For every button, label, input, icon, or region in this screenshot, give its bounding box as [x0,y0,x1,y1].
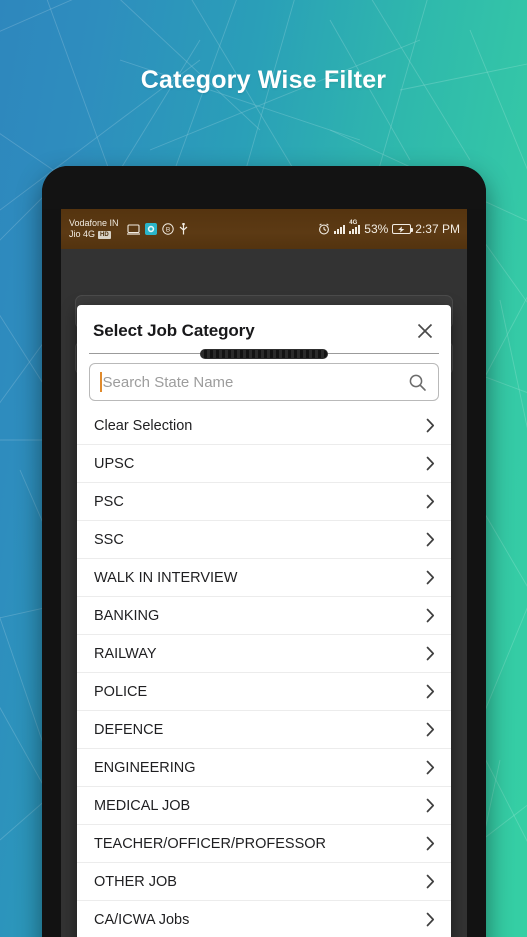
list-item-label: RAILWAY [94,645,157,662]
list-item-label: MEDICAL JOB [94,797,191,814]
list-item[interactable]: SSC [77,521,451,559]
signal-bars-icon [334,224,346,234]
chevron-right-icon [420,912,435,927]
alarm-icon [319,223,330,235]
carrier-line-1: Vodafone IN [69,218,119,228]
status-bar-right: 4G 53% 2:37 PM [318,220,460,236]
status-bar-icons: B [126,223,188,235]
speaker-grill-icon [200,349,328,359]
svg-text:B: B [165,227,169,234]
list-item-label: SSC [94,531,124,548]
chevron-right-icon [420,532,435,547]
list-item-label: BANKING [94,607,160,624]
carrier-info: Vodafone IN Jio 4G HD [69,218,119,240]
list-item-label: UPSC [94,455,135,472]
list-item[interactable]: DEFENCE [77,711,451,749]
list-item-label: DEFENCE [94,721,164,738]
close-icon [417,323,433,339]
search-icon[interactable] [408,373,427,392]
battery-charging-icon [392,224,414,234]
list-item[interactable]: UPSC [77,445,451,483]
chevron-right-icon [420,608,435,623]
signal-bars-4g-icon: 4G [349,220,361,234]
app-icon [144,223,157,235]
list-item-label: PSC [94,493,124,510]
list-item[interactable]: RAILWAY [77,635,451,673]
usb-icon [179,223,187,235]
cast-icon [126,223,140,235]
chevron-right-icon [420,570,435,585]
page-title: Category Wise Filter [140,66,387,94]
phone-top-bezel [42,166,486,209]
phone-screen: Vodafone IN Jio 4G HD B 4G 53% 2:37 PM S… [61,209,467,937]
list-item[interactable]: WALK IN INTERVIEW [77,559,451,597]
bluetooth-circle-icon: B [161,223,174,235]
chevron-right-icon [420,418,435,433]
chevron-right-icon [420,798,435,813]
list-item-label: CA/ICWA Jobs [94,911,190,928]
list-item[interactable]: MEDICAL JOB [77,787,451,825]
clock: 2:37 PM [415,222,460,236]
text-cursor [100,372,102,392]
list-item[interactable]: BANKING [77,597,451,635]
phone-mockup: Vodafone IN Jio 4G HD B 4G 53% 2:37 PM S… [42,166,486,937]
carrier-line-2: Jio 4G [69,229,96,239]
chevron-right-icon [420,760,435,775]
search-input[interactable] [102,373,408,391]
list-item[interactable]: CA/ICWA Jobs [77,901,451,937]
network-label: 4G [349,220,358,226]
sim-hd-badge: HD [98,230,111,239]
list-item-label: ENGINEERING [94,759,196,776]
list-item-label: WALK IN INTERVIEW [94,569,238,586]
search-box[interactable] [89,363,439,401]
list-item-label: TEACHER/OFFICER/PROFESSOR [94,835,327,852]
list-item[interactable]: Clear Selection [77,407,451,445]
dialog-title: Select Job Category [93,321,255,340]
list-item[interactable]: TEACHER/OFFICER/PROFESSOR [77,825,451,863]
list-item[interactable]: PSC [77,483,451,521]
close-button[interactable] [413,319,437,343]
chevron-right-icon [420,646,435,661]
chevron-right-icon [420,684,435,699]
select-job-category-dialog: Select Job Category Search State Name Cl… [77,305,451,937]
chevron-right-icon [420,722,435,737]
status-bar: Vodafone IN Jio 4G HD B 4G 53% 2:37 PM [61,209,467,249]
list-item[interactable]: POLICE [77,673,451,711]
category-list[interactable]: Clear Selection UPSC PSC SSC WALK IN INTERVI… [77,407,451,937]
battery-percent: 53% [364,222,389,236]
list-item-label: POLICE [94,683,148,700]
search-container [77,354,451,407]
chevron-right-icon [420,456,435,471]
chevron-right-icon [420,836,435,851]
list-item[interactable]: OTHER JOB [77,863,451,901]
dialog-header: Select Job Category [77,305,451,353]
chevron-right-icon [420,494,435,509]
chevron-right-icon [420,874,435,889]
list-item-label: Clear Selection [94,417,193,434]
list-item-label: OTHER JOB [94,873,177,890]
list-item[interactable]: ENGINEERING [77,749,451,787]
